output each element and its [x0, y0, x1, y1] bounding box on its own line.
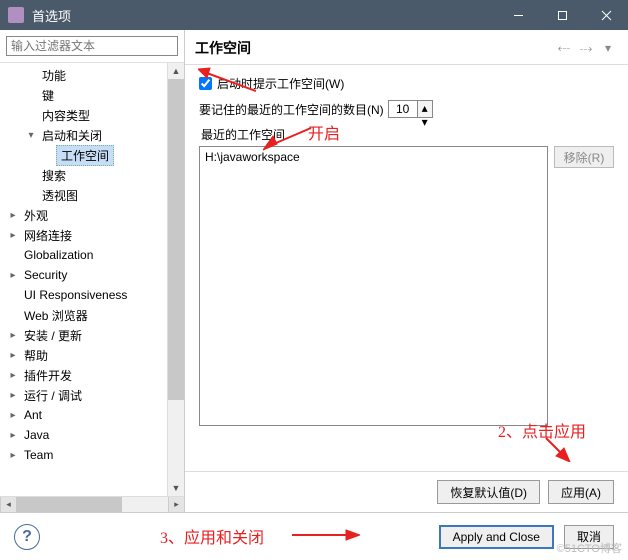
tree-scrollbar[interactable]: ▲ ▼	[167, 63, 184, 496]
main-body: 启动时提示工作空间(W) 要记住的最近的工作空间的数目(N) ▴▾ 最近的工作空…	[185, 65, 628, 471]
tree-item[interactable]: Web 浏览器	[0, 305, 167, 325]
main-panel: 工作空间 ⤎ ⤏ ▾ 启动时提示工作空间(W) 要记住的最近的工作空间的数目(N…	[185, 30, 628, 512]
tree-item[interactable]: ▸运行 / 调试	[0, 385, 167, 405]
tree-item[interactable]: ▸插件开发	[0, 365, 167, 385]
tree-item[interactable]: ▸帮助	[0, 345, 167, 365]
chevron-right-icon[interactable]: ▸	[6, 410, 20, 421]
tree-item[interactable]: 搜索	[0, 165, 167, 185]
recent-list-wrap: H:\javaworkspace 移除(R)	[199, 146, 614, 426]
chevron-right-icon[interactable]: ▸	[6, 330, 20, 341]
content: 功能键内容类型▾启动和关闭工作空间搜索透视图▸外观▸网络连接Globalizat…	[0, 30, 628, 512]
tree-item-label: 运行 / 调试	[20, 386, 86, 405]
tree-item-label: Team	[20, 447, 57, 463]
tree-item-label: 键	[38, 86, 58, 105]
help-icon[interactable]: ?	[14, 524, 40, 550]
tree-item[interactable]: ▸外观	[0, 205, 167, 225]
filter-wrap	[0, 30, 184, 63]
titlebar: 首选项	[0, 0, 628, 30]
tree-item[interactable]: Globalization	[0, 245, 167, 265]
tree-item[interactable]: ▸Team	[0, 445, 167, 465]
nav-back-icon[interactable]: ⤎	[554, 39, 574, 57]
tree-item[interactable]: ▸Security	[0, 265, 167, 285]
count-input[interactable]	[388, 100, 418, 118]
tree-item-label: Java	[20, 427, 53, 443]
tree-item-label: Security	[20, 267, 71, 283]
tree-item[interactable]: 透视图	[0, 185, 167, 205]
filter-input[interactable]	[6, 36, 178, 56]
tree-item-label: 内容类型	[38, 106, 94, 125]
chevron-right-icon[interactable]: ▸	[6, 350, 20, 361]
chevron-right-icon[interactable]: ▸	[6, 450, 20, 461]
tree-item-label: UI Responsiveness	[20, 287, 131, 303]
tree-item[interactable]: ▸Java	[0, 425, 167, 445]
apply-and-close-button[interactable]: Apply and Close	[439, 525, 554, 549]
tree-hscrollbar[interactable]: ◂ ▸	[0, 496, 184, 512]
count-label: 要记住的最近的工作空间的数目(N)	[199, 101, 384, 118]
tree-item-label: 网络连接	[20, 226, 76, 245]
chevron-right-icon[interactable]: ▸	[6, 430, 20, 441]
preference-tree[interactable]: 功能键内容类型▾启动和关闭工作空间搜索透视图▸外观▸网络连接Globalizat…	[0, 63, 167, 496]
tree-item-label: 透视图	[38, 186, 82, 205]
main-footer: 恢复默认值(D) 应用(A)	[185, 471, 628, 512]
recent-label: 最近的工作空间	[201, 126, 614, 143]
list-item[interactable]: H:\javaworkspace	[205, 150, 542, 164]
tree-item[interactable]: ▸网络连接	[0, 225, 167, 245]
minimize-button[interactable]	[496, 0, 540, 30]
remove-button[interactable]: 移除(R)	[554, 146, 614, 168]
main-header: 工作空间 ⤎ ⤏ ▾	[185, 30, 628, 65]
tree-item[interactable]: ▸Ant	[0, 405, 167, 425]
tree-item-label: 安装 / 更新	[20, 326, 86, 345]
page-title: 工作空间	[195, 38, 552, 58]
count-spinner[interactable]: ▴▾	[418, 100, 433, 118]
nav-fwd-icon[interactable]: ⤏	[576, 39, 596, 57]
chevron-right-icon[interactable]: ▸	[6, 390, 20, 401]
window-title: 首选项	[32, 6, 496, 25]
tree-item[interactable]: ▸安装 / 更新	[0, 325, 167, 345]
prompt-checkbox[interactable]	[199, 77, 212, 90]
bottombar: ? Apply and Close 取消	[0, 512, 628, 560]
tree-item-label: 帮助	[20, 346, 52, 365]
tree-item-label: 插件开发	[20, 366, 76, 385]
close-button[interactable]	[584, 0, 628, 30]
count-row: 要记住的最近的工作空间的数目(N) ▴▾	[199, 100, 614, 118]
tree-item-label: Ant	[20, 407, 46, 423]
tree-item-label: 功能	[38, 66, 70, 85]
chevron-down-icon[interactable]: ▾	[24, 130, 38, 141]
tree-item-label: 启动和关闭	[38, 126, 106, 145]
sidebar: 功能键内容类型▾启动和关闭工作空间搜索透视图▸外观▸网络连接Globalizat…	[0, 30, 185, 512]
maximize-button[interactable]	[540, 0, 584, 30]
tree-item-label: 搜索	[38, 166, 70, 185]
tree-item[interactable]: 内容类型	[0, 105, 167, 125]
chevron-right-icon[interactable]: ▸	[6, 210, 20, 221]
tree-item-label: Web 浏览器	[20, 306, 92, 325]
tree-item-label: Globalization	[20, 247, 97, 263]
recent-listbox[interactable]: H:\javaworkspace	[199, 146, 548, 426]
apply-button[interactable]: 应用(A)	[548, 480, 614, 504]
restore-defaults-button[interactable]: 恢复默认值(D)	[437, 480, 540, 504]
tree-item[interactable]: UI Responsiveness	[0, 285, 167, 305]
tree-item[interactable]: 键	[0, 85, 167, 105]
nav-menu-icon[interactable]: ▾	[598, 39, 618, 57]
prompt-checkbox-label: 启动时提示工作空间(W)	[217, 75, 344, 92]
tree-item-label: 外观	[20, 206, 52, 225]
watermark: ©51CTO博客	[557, 540, 622, 556]
tree-item[interactable]: 功能	[0, 65, 167, 85]
app-icon	[8, 7, 24, 23]
chevron-right-icon[interactable]: ▸	[6, 270, 20, 281]
chevron-right-icon[interactable]: ▸	[6, 370, 20, 381]
prompt-checkbox-row: 启动时提示工作空间(W)	[199, 75, 614, 92]
tree-item[interactable]: 工作空间	[0, 145, 167, 165]
tree-item-label: 工作空间	[56, 145, 114, 166]
chevron-right-icon[interactable]: ▸	[6, 230, 20, 241]
tree-item[interactable]: ▾启动和关闭	[0, 125, 167, 145]
